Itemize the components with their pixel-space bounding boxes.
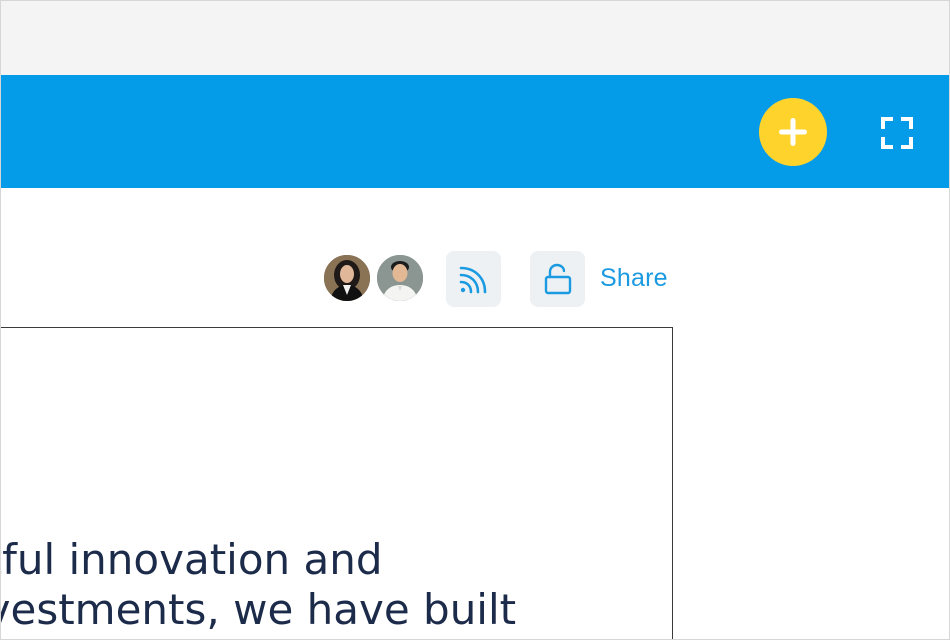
- fullscreen-icon: [881, 117, 913, 149]
- rss-button[interactable]: [446, 251, 501, 307]
- document-text-line: htful innovation and: [0, 535, 383, 584]
- plus-icon: [779, 118, 807, 146]
- add-button[interactable]: [759, 98, 827, 166]
- collaborator-avatar[interactable]: [322, 253, 372, 303]
- permissions-button[interactable]: [530, 251, 585, 307]
- avatar-woman-icon: [324, 255, 370, 301]
- document-toolbar: Share: [1, 251, 949, 311]
- browser-top-strip: [1, 1, 949, 75]
- unlock-icon: [544, 263, 571, 295]
- document-body-text: htful innovation and nvestments, we have…: [0, 535, 679, 635]
- avatar-man-icon: [377, 255, 423, 301]
- collaborator-avatar[interactable]: [375, 253, 425, 303]
- share-link[interactable]: Share: [600, 264, 668, 293]
- fullscreen-button[interactable]: [880, 116, 914, 150]
- document-text-line: nvestments, we have built: [0, 585, 517, 634]
- rss-icon: [459, 266, 486, 294]
- app-window: Share htful innovation and nvestments, w…: [0, 0, 950, 640]
